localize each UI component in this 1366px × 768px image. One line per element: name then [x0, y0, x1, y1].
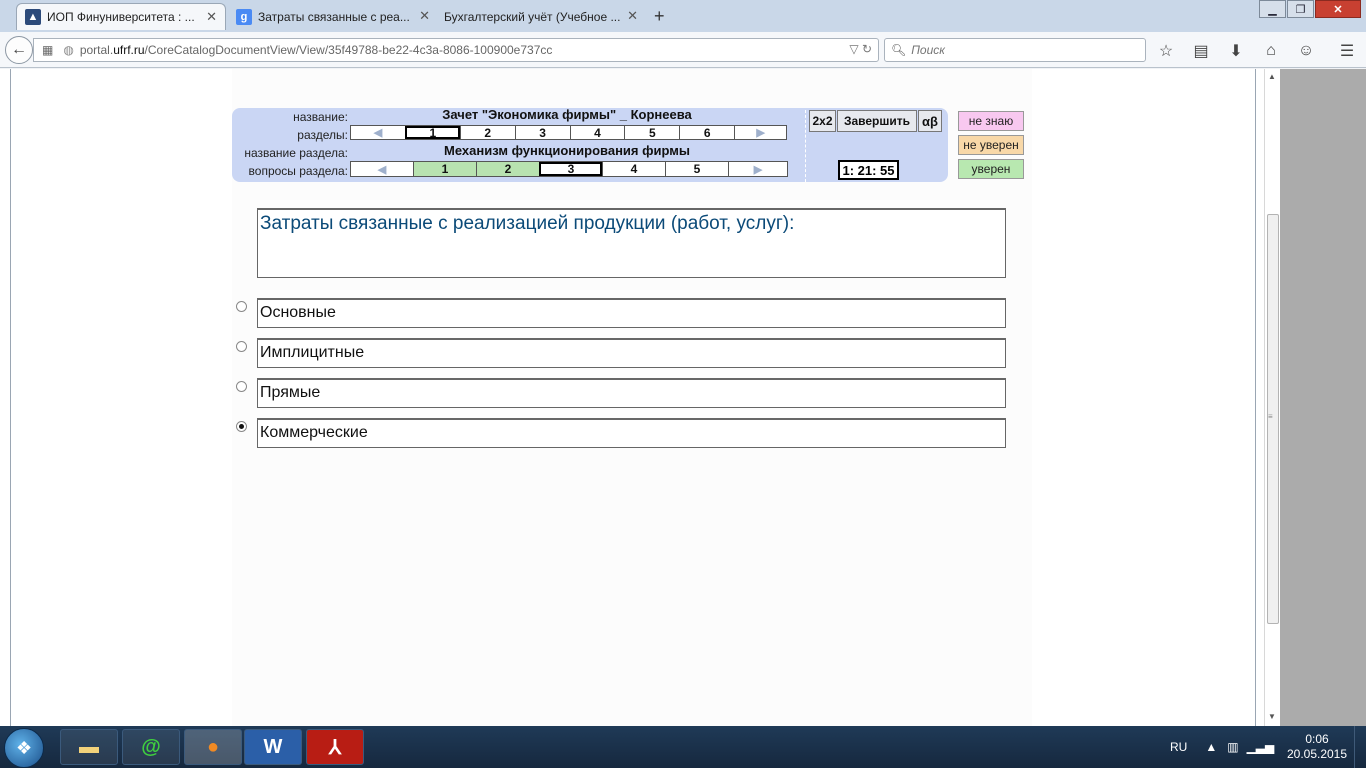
option-radio[interactable]: [236, 381, 247, 392]
finish-button[interactable]: Завершить: [837, 110, 917, 132]
start-button[interactable]: ❖: [4, 728, 44, 768]
grip-icon: ≡: [1268, 412, 1273, 421]
word-icon[interactable]: W: [244, 729, 302, 765]
section-questions-label: вопросы раздела:: [248, 164, 348, 178]
header-separator: [805, 110, 806, 182]
confidence-unsure-button[interactable]: не уверен: [958, 135, 1024, 155]
option-radio[interactable]: [236, 301, 247, 312]
question-box: Затраты связанные с реализацией продукци…: [257, 208, 1006, 278]
question-button[interactable]: 4: [602, 162, 665, 176]
window-controls: ▁ ❐ ✕: [1258, 0, 1361, 18]
clock-time: 0:06: [1305, 732, 1329, 746]
section-button[interactable]: 6: [679, 126, 734, 140]
tile-icon: ▦: [42, 43, 54, 57]
outer-background: [1280, 69, 1366, 726]
language-indicator[interactable]: RU: [1170, 740, 1187, 754]
download-icon[interactable]: ⬇: [1225, 40, 1247, 62]
maximize-icon[interactable]: ❐: [1287, 0, 1314, 18]
option-radio-selected[interactable]: [236, 421, 247, 432]
show-desktop-button[interactable]: [1354, 726, 1366, 768]
tab-iop[interactable]: ▲ ИОП Финуниверситета : ... ✕: [16, 3, 226, 30]
search-bar[interactable]: 🔍︎: [884, 38, 1146, 62]
browser-navbar: ← ▦ ◍ portal.ufrf.ru/CoreCatalogDocument…: [0, 32, 1366, 68]
answer-option[interactable]: Основные: [257, 298, 1006, 328]
reading-list-icon[interactable]: ▤: [1190, 40, 1212, 62]
questions-nav: ◀ 1 2 3 4 5 ▶: [350, 161, 788, 177]
section-button[interactable]: 5: [624, 126, 679, 140]
sections-nav: ◀ 1 2 3 4 5 6 ▶: [350, 125, 787, 140]
grid-2x2-button[interactable]: 2x2: [809, 110, 836, 132]
tab-label: Бухгалтерский учёт (Учебное ...: [444, 9, 621, 24]
google-g-icon: g: [236, 8, 252, 25]
close-tab-icon[interactable]: ✕: [419, 8, 430, 24]
explorer-icon[interactable]: ▬: [60, 729, 118, 765]
scroll-down-icon[interactable]: ▼: [1268, 712, 1276, 721]
network-icon[interactable]: ▥: [1227, 740, 1238, 754]
mail-ru-agent-icon[interactable]: @: [122, 729, 180, 765]
tray-expand-icon[interactable]: ▲: [1205, 740, 1217, 754]
globe-icon: ◍: [63, 43, 74, 57]
windows-logo-icon: ❖: [16, 738, 33, 758]
option-radio[interactable]: [236, 341, 247, 352]
graduation-cap-icon: ▲: [25, 9, 41, 25]
confidence-dont-know-button[interactable]: не знаю: [958, 111, 1024, 131]
question-button[interactable]: 2: [476, 162, 539, 176]
firefox-icon[interactable]: ●: [184, 729, 242, 765]
signal-icon[interactable]: ▁▃▅: [1247, 740, 1275, 754]
section-title: Механизм функционирования фирмы: [444, 143, 690, 158]
tab-accounting[interactable]: Бухгалтерский учёт (Учебное ... ✕: [436, 3, 646, 30]
tab-label: Затраты связанные с реа...: [258, 9, 410, 24]
page-border-right: [1255, 69, 1256, 726]
home-icon[interactable]: ⌂: [1260, 40, 1282, 62]
close-tab-icon[interactable]: ✕: [206, 9, 217, 25]
new-tab-icon[interactable]: +: [654, 6, 665, 27]
browser-titlebar: ▲ ИОП Финуниверситета : ... ✕ g Затраты …: [0, 0, 1366, 32]
confidence-sure-button[interactable]: уверен: [958, 159, 1024, 179]
chat-icon[interactable]: ☺: [1295, 40, 1317, 62]
bookmark-star-icon[interactable]: ☆: [1155, 40, 1177, 62]
minimize-icon[interactable]: ▁: [1259, 0, 1286, 18]
acrobat-icon[interactable]: ⅄: [306, 729, 364, 765]
name-label: название:: [293, 110, 348, 124]
answer-option[interactable]: Коммерческие: [257, 418, 1006, 448]
url-bar[interactable]: ▦ ◍ portal.ufrf.ru/CoreCatalogDocumentVi…: [33, 38, 879, 62]
test-title: Зачет "Экономика фирмы" _ Корнеева: [442, 107, 692, 122]
page-border-left: [10, 69, 11, 726]
answer-option[interactable]: Имплицитные: [257, 338, 1006, 368]
close-tab-icon[interactable]: ✕: [627, 8, 638, 24]
clock[interactable]: 0:06 20.05.2015: [1282, 732, 1352, 762]
menu-icon[interactable]: ☰: [1336, 40, 1358, 62]
clock-date: 20.05.2015: [1286, 747, 1348, 761]
section-button[interactable]: 2: [459, 126, 515, 140]
search-icon: 🔍︎: [891, 43, 907, 57]
windows-taskbar: ❖ ▬ @ ● W ⅄ RU ▲ ▥ ▁▃▅ 0:06 20.05.2015: [0, 726, 1366, 768]
url-text: portal.ufrf.ru/CoreCatalogDocumentView/V…: [79, 43, 553, 57]
question-button[interactable]: 1: [413, 162, 476, 176]
sections-prev-icon[interactable]: ◀: [351, 126, 405, 139]
timer: 1: 21: 55: [838, 160, 899, 180]
questions-next-icon[interactable]: ▶: [728, 162, 787, 176]
answer-option[interactable]: Прямые: [257, 378, 1006, 408]
reload-icon[interactable]: ▽ ↻: [849, 42, 872, 56]
search-input[interactable]: [911, 43, 1132, 57]
section-button[interactable]: 4: [569, 126, 625, 140]
section-name-label: название раздела:: [244, 146, 348, 160]
back-arrow-icon[interactable]: ←: [5, 36, 33, 64]
alpha-beta-button[interactable]: αβ: [918, 110, 942, 132]
question-button[interactable]: 3: [539, 162, 602, 176]
section-button[interactable]: 1: [404, 126, 460, 140]
close-window-icon[interactable]: ✕: [1315, 0, 1361, 18]
system-tray: RU ▲ ▥ ▁▃▅: [1170, 726, 1274, 768]
vertical-scrollbar[interactable]: ▲ ≡ ▼: [1264, 69, 1280, 726]
tab-label: ИОП Финуниверситета : ...: [47, 10, 195, 24]
tab-google[interactable]: g Затраты связанные с реа... ✕: [228, 3, 438, 30]
sections-next-icon[interactable]: ▶: [734, 126, 786, 139]
question-button[interactable]: 5: [665, 162, 728, 176]
toolbar-icons: ☆ ▤ ⬇ ⌂ ☺ ☰: [1155, 40, 1366, 62]
section-button[interactable]: 3: [514, 126, 570, 140]
questions-prev-icon[interactable]: ◀: [351, 162, 413, 176]
question-text: Затраты связанные с реализацией продукци…: [260, 213, 795, 234]
scroll-up-icon[interactable]: ▲: [1268, 72, 1276, 81]
sections-label: разделы:: [297, 128, 348, 142]
